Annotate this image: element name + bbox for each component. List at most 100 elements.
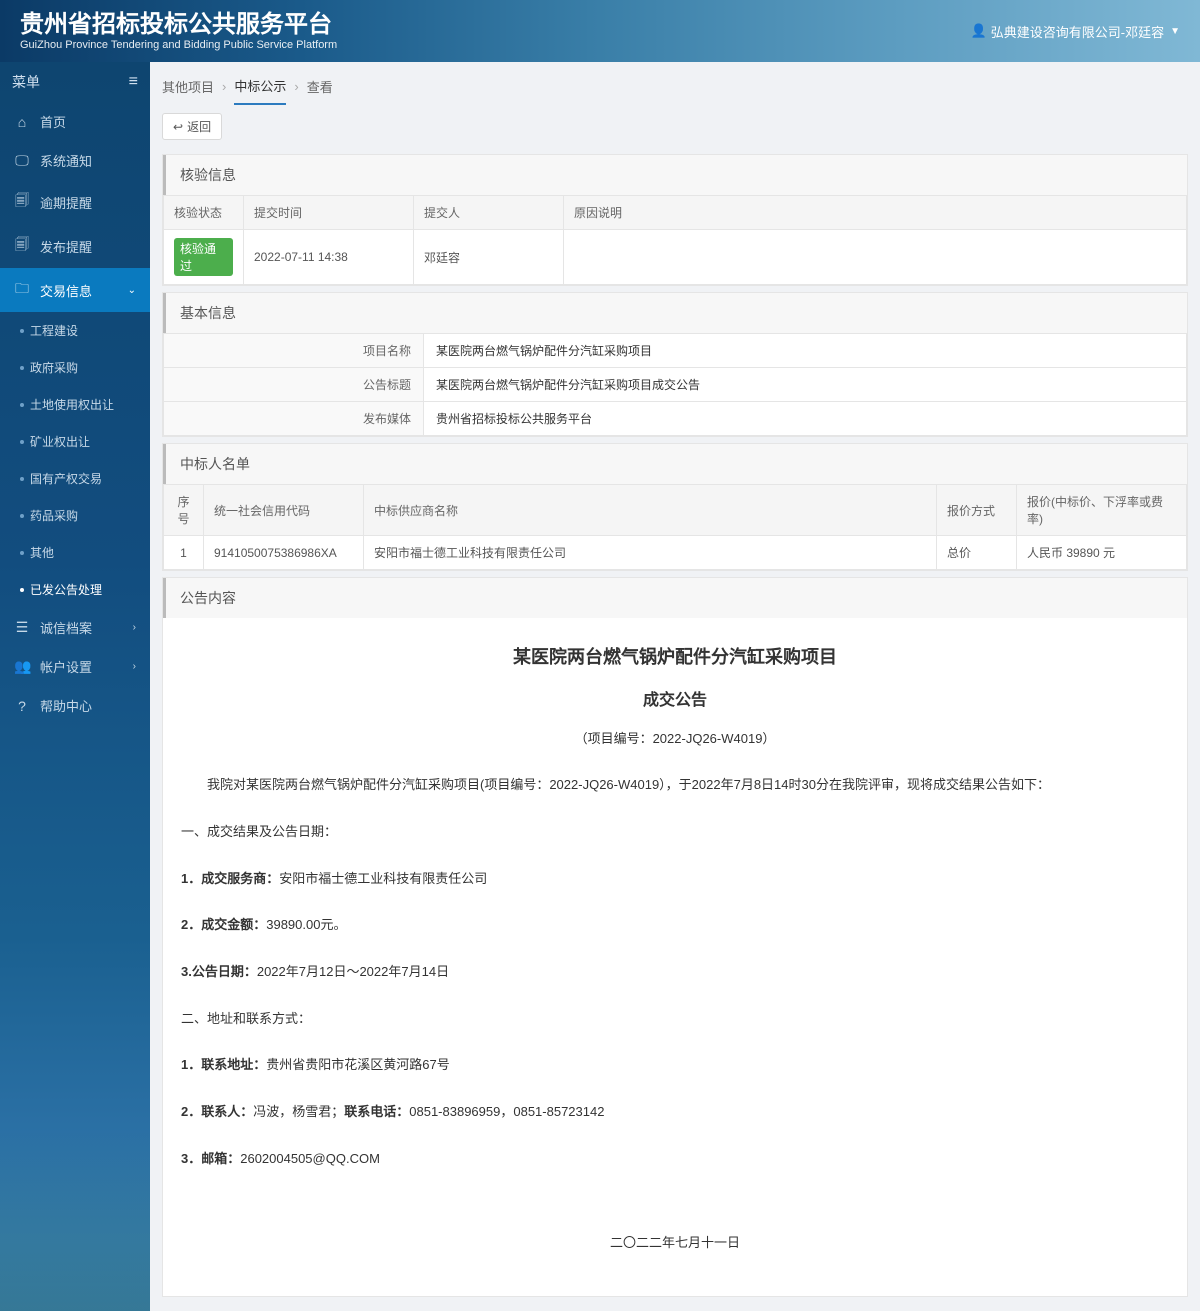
value-project-name: 某医院两台燃气锅炉配件分汽缸采购项目 <box>424 334 1187 368</box>
label-project-name: 项目名称 <box>164 334 424 368</box>
sidebar-item-label: 发布提醒 <box>40 237 92 256</box>
breadcrumb-sep: › <box>294 79 298 102</box>
notice-line: 2．联系人：冯波，杨雪君；联系电话：0851-83896959，0851-857… <box>181 1100 1169 1125</box>
table-row: 发布媒体 贵州省招标投标公共服务平台 <box>164 402 1187 436</box>
label-media: 发布媒体 <box>164 402 424 436</box>
sidebar: 菜单 ≡ ⌂首页 🖵 系统通知 🗐 逾期提醒 🗐 发布提醒 🗀交易信息⌄ 工程建设 政… <box>0 62 150 1311</box>
sidebar-item-label: 帮助中心 <box>40 696 92 715</box>
chevron-down-icon: ⌄ <box>128 285 136 296</box>
notice-intro: 我院对某医院两台燃气锅炉配件分汽缸采购项目(项目编号：2022-JQ26-W40… <box>181 773 1169 798</box>
sidebar-item-label: 药品采购 <box>30 507 78 524</box>
sidebar-item-label: 已发公告处理 <box>30 581 102 598</box>
sidebar-item-label: 政府采购 <box>30 359 78 376</box>
main-content: 其他项目 › 中标公示 › 查看 ↩ 返回 核验信息 核验状态 提交时间 提交人… <box>150 62 1200 1311</box>
sidebar-subitem-kyqcr[interactable]: 矿业权出让 <box>0 423 150 460</box>
panel-title: 中标人名单 <box>163 444 1187 484</box>
sidebar-item-label: 系统通知 <box>40 151 92 170</box>
notice-line: 2．成交金额：39890.00元。 <box>181 913 1169 938</box>
breadcrumb-sep: › <box>222 79 226 102</box>
sidebar-item-publish[interactable]: 🗐 发布提醒 <box>0 224 150 268</box>
breadcrumb-item: 查看 <box>307 77 333 104</box>
panel-title: 公告内容 <box>163 578 1187 618</box>
notice-section-1-title: 一、成交结果及公告日期： <box>181 820 1169 845</box>
hamburger-icon[interactable]: ≡ <box>129 73 138 91</box>
app-title: 贵州省招标投标公共服务平台 <box>20 11 971 40</box>
th-time: 提交时间 <box>244 196 414 230</box>
th-uscc: 统一社会信用代码 <box>204 485 364 536</box>
chevron-down-icon: ▼ <box>1170 26 1180 37</box>
breadcrumb: 其他项目 › 中标公示 › 查看 <box>158 70 1192 105</box>
table-row: 项目名称 某医院两台燃气锅炉配件分汽缸采购项目 <box>164 334 1187 368</box>
notice-value: 2022年7月12日～2022年7月14日 <box>257 964 449 979</box>
table-header-row: 序号 统一社会信用代码 中标供应商名称 报价方式 报价(中标价、下浮率或费率) <box>164 485 1187 536</box>
breadcrumb-item[interactable]: 中标公示 <box>234 76 286 105</box>
sidebar-item-label: 国有产权交易 <box>30 470 102 487</box>
sidebar-item-label: 逾期提醒 <box>40 193 92 212</box>
notice-value: 冯波，杨雪君； <box>253 1104 344 1119</box>
app-subtitle: GuiZhou Province Tendering and Bidding P… <box>20 39 971 51</box>
sidebar-subitem-zfcg[interactable]: 政府采购 <box>0 349 150 386</box>
label-notice-title: 公告标题 <box>164 368 424 402</box>
notice-heading: 某医院两台燃气锅炉配件分汽缸采购项目 <box>181 640 1169 674</box>
winner-table: 序号 统一社会信用代码 中标供应商名称 报价方式 报价(中标价、下浮率或费率) … <box>163 484 1187 570</box>
value-notice-title: 某医院两台燃气锅炉配件分汽缸采购项目成交公告 <box>424 368 1187 402</box>
notice-value: 39890.00元。 <box>266 917 346 932</box>
th-price: 报价(中标价、下浮率或费率) <box>1017 485 1187 536</box>
calendar-icon: 🗐 <box>14 190 30 214</box>
user-menu[interactable]: 👤 弘典建设咨询有限公司-邓廷容 ▼ <box>971 22 1180 41</box>
user-icon: 👥 <box>14 658 30 675</box>
th-no: 序号 <box>164 485 204 536</box>
panel-winner: 中标人名单 序号 统一社会信用代码 中标供应商名称 报价方式 报价(中标价、下浮… <box>162 443 1188 571</box>
breadcrumb-item[interactable]: 其他项目 <box>162 77 214 104</box>
sidebar-item-credit[interactable]: ☰诚信档案› <box>0 608 150 647</box>
notice-label: 联系电话： <box>344 1104 409 1119</box>
sidebar-item-overdue[interactable]: 🗐 逾期提醒 <box>0 180 150 224</box>
notice-date: 二〇二二年七月十一日 <box>181 1231 1169 1256</box>
sidebar-subitem-gcjs[interactable]: 工程建设 <box>0 312 150 349</box>
notice-label: 2．成交金额： <box>181 917 266 932</box>
notice-label: 1．成交服务商： <box>181 871 279 886</box>
home-icon: ⌂ <box>14 114 30 130</box>
sidebar-subitem-gycqjy[interactable]: 国有产权交易 <box>0 460 150 497</box>
sidebar-item-help[interactable]: ?帮助中心 <box>0 686 150 725</box>
calendar-icon: 🗐 <box>14 234 30 258</box>
sidebar-item-label: 土地使用权出让 <box>30 396 114 413</box>
back-button[interactable]: ↩ 返回 <box>162 113 222 140</box>
sidebar-subitem-tdsyq[interactable]: 土地使用权出让 <box>0 386 150 423</box>
sidebar-item-home[interactable]: ⌂首页 <box>0 102 150 141</box>
sidebar-item-sysnotice[interactable]: 🖵 系统通知 <box>0 141 150 180</box>
sidebar-item-account[interactable]: 👥帐户设置› <box>0 647 150 686</box>
notice-subheading: 成交公告 <box>181 686 1169 716</box>
panel-basic: 基本信息 项目名称 某医院两台燃气锅炉配件分汽缸采购项目 公告标题 某医院两台燃… <box>162 292 1188 437</box>
monitor-icon: 🖵 <box>14 152 30 169</box>
notice-value: 2602004505@QQ.COM <box>240 1151 380 1166</box>
value-media: 贵州省招标投标公共服务平台 <box>424 402 1187 436</box>
td-time: 2022-07-11 14:38 <box>244 230 414 285</box>
td-no: 1 <box>164 536 204 570</box>
sidebar-subitem-ypcg[interactable]: 药品采购 <box>0 497 150 534</box>
sidebar-item-label: 其他 <box>30 544 54 561</box>
th-reason: 原因说明 <box>564 196 1187 230</box>
td-status: 核验通过 <box>164 230 244 285</box>
notice-label: 3.公告日期： <box>181 964 257 979</box>
notice-value: 0851-83896959，0851-85723142 <box>409 1104 604 1119</box>
th-status: 核验状态 <box>164 196 244 230</box>
td-uscc: 9141050075386986XA <box>204 536 364 570</box>
sidebar-item-trade[interactable]: 🗀交易信息⌄ <box>0 268 150 312</box>
th-method: 报价方式 <box>937 485 1017 536</box>
back-label: 返回 <box>187 118 211 135</box>
notice-value: 贵州省贵阳市花溪区黄河路67号 <box>266 1057 449 1072</box>
td-person: 邓廷容 <box>414 230 564 285</box>
notice-label: 3．邮箱： <box>181 1151 240 1166</box>
folder-icon: 🗀 <box>14 278 30 302</box>
notice-line: 1．成交服务商：安阳市福士德工业科技有限责任公司 <box>181 867 1169 892</box>
th-person: 提交人 <box>414 196 564 230</box>
status-badge-pass: 核验通过 <box>174 238 233 276</box>
sidebar-subitem-qt[interactable]: 其他 <box>0 534 150 571</box>
header-brand: 贵州省招标投标公共服务平台 GuiZhou Province Tendering… <box>20 11 971 52</box>
sidebar-subitem-yfgg[interactable]: 已发公告处理 <box>0 571 150 608</box>
sidebar-item-label: 诚信档案 <box>40 618 92 637</box>
sidebar-header: 菜单 ≡ <box>0 62 150 102</box>
basic-table: 项目名称 某医院两台燃气锅炉配件分汽缸采购项目 公告标题 某医院两台燃气锅炉配件… <box>163 333 1187 436</box>
table-row: 核验通过 2022-07-11 14:38 邓廷容 <box>164 230 1187 285</box>
